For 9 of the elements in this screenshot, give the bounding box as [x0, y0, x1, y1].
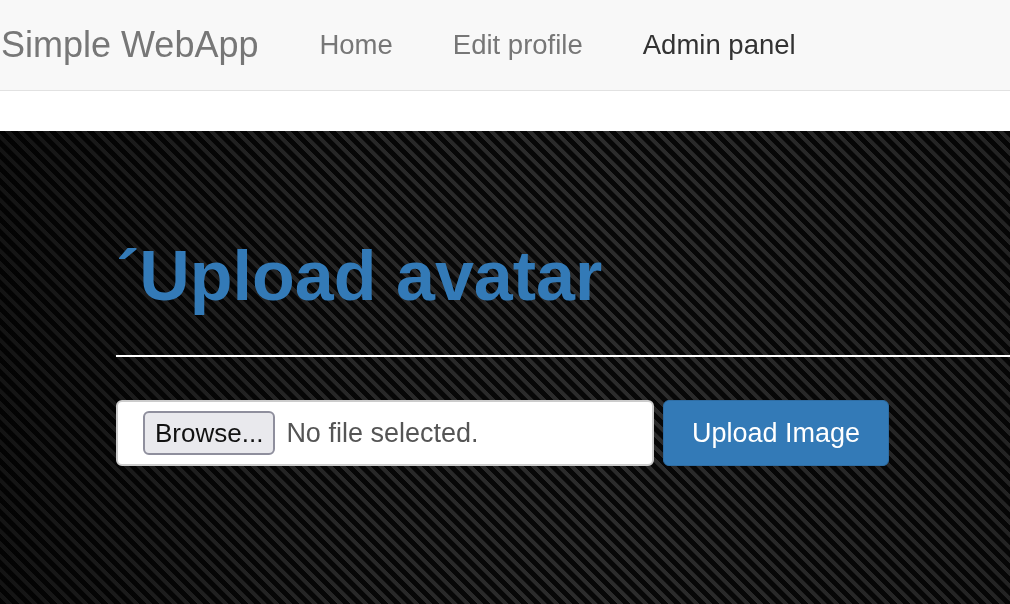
upload-image-button[interactable]: Upload Image	[663, 400, 889, 466]
brand-link[interactable]: Simple WebApp	[0, 27, 290, 63]
nav-link[interactable]: Edit profile	[422, 31, 613, 59]
nav-link[interactable]: Home	[289, 31, 423, 59]
nav-link[interactable]: Admin panel	[612, 31, 826, 59]
file-input-field[interactable]: Browse... No file selected.	[116, 400, 654, 466]
browse-button[interactable]: Browse...	[143, 411, 276, 455]
page-heading: ´Upload avatar	[116, 238, 603, 315]
file-status-text: No file selected.	[286, 417, 479, 449]
